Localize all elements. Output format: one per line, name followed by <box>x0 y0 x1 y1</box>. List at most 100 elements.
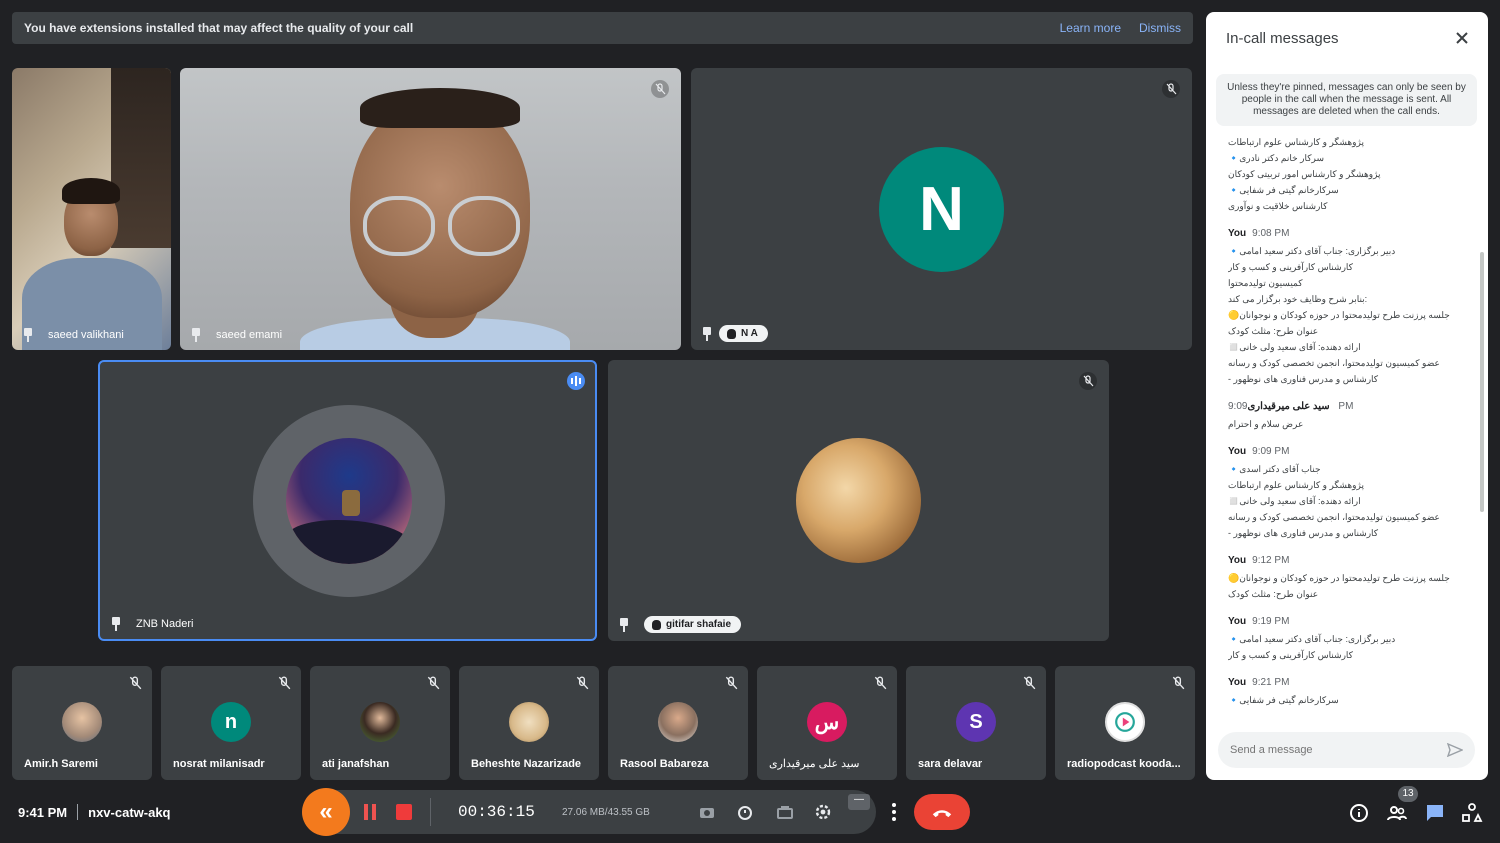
participant-name: ZNB Naderi <box>110 617 193 631</box>
participant-tile-small[interactable]: Amir.h Saremi <box>12 666 152 780</box>
message-group: سید علی میرقیداری9:09 PM عرض سلام و احترا… <box>1228 401 1468 432</box>
message-time: 9:08 PM <box>1252 228 1290 239</box>
message-text: جناب آقای دکتر اسدی🔹 <box>1228 464 1321 474</box>
message-time: 9:09 PM <box>1252 446 1290 457</box>
muted-mic-icon <box>575 676 589 690</box>
message-text: پژوهشگر و کارشناس علوم ارتباطات <box>1228 480 1364 490</box>
pause-icon[interactable] <box>364 804 378 820</box>
people-count-badge: 13 <box>1398 786 1418 802</box>
message-time: 9:21 PM <box>1252 677 1290 688</box>
pin-icon[interactable] <box>110 617 122 631</box>
message-sender: You <box>1228 446 1247 457</box>
divider <box>77 804 79 820</box>
avatar <box>1105 702 1145 742</box>
camera-icon[interactable] <box>698 803 716 821</box>
leave-call-button[interactable] <box>914 794 970 830</box>
participant-tile-small[interactable]: Rasool Babareza <box>608 666 748 780</box>
muted-mic-icon <box>1171 676 1185 690</box>
message-composer <box>1218 732 1475 768</box>
message-sender: You <box>1228 616 1247 627</box>
pin-icon[interactable] <box>22 328 34 342</box>
message-text: عنوان طرح: مثلث کودک <box>1228 326 1319 336</box>
avatar: س <box>807 702 847 742</box>
message-group: You 9:19 PM دبیر برگزاری: جناب آقای دکتر س… <box>1228 616 1468 663</box>
message-group: You 9:08 PM دبیر برگزاری: جناب آقای دکتر س… <box>1228 228 1468 387</box>
close-icon[interactable] <box>1454 30 1470 46</box>
avatar <box>796 438 921 563</box>
scrollbar[interactable] <box>1480 252 1484 512</box>
participant-tile-znb-naderi[interactable]: ZNB Naderi <box>98 360 597 641</box>
avatar <box>509 702 549 742</box>
avatar: N <box>879 147 1004 272</box>
people-icon[interactable] <box>1386 802 1408 824</box>
rewind-icon[interactable]: « <box>302 788 350 836</box>
send-icon[interactable] <box>1447 743 1463 757</box>
muted-mic-icon <box>873 676 887 690</box>
participant-tile-small[interactable]: س سید علی میرقیداری <box>757 666 897 780</box>
message-text: کارشناس کارآفرینی و کسب و کار <box>1228 650 1353 660</box>
message-text: دبیر برگزاری: جناب آقای دکتر سعید امامی🔹 <box>1228 246 1396 256</box>
avatar: S <box>956 702 996 742</box>
activities-icon[interactable] <box>1461 802 1483 824</box>
message-text: سرکار خانم دکتر نادری🔹 <box>1228 153 1325 163</box>
message-text: عنوان طرح: مثلث کودک <box>1228 589 1319 599</box>
message-text: عضو کمیسیون تولیدمحتوا، انجمن تخصصی کودک… <box>1228 512 1440 522</box>
divider <box>430 798 431 826</box>
message-group: You 9:09 PM جناب آقای دکتر اسدی🔹 پژوهشگر و … <box>1228 446 1468 541</box>
participant-tile-gitifar-shafaie[interactable]: gitifar shafaie <box>608 360 1109 641</box>
avatar <box>286 438 412 564</box>
timer-icon[interactable] <box>736 803 754 821</box>
participant-tile-small[interactable]: Beheshte Nazarizade <box>459 666 599 780</box>
send-message-input[interactable] <box>1230 744 1447 756</box>
extensions-banner: You have extensions installed that may a… <box>12 12 1193 44</box>
message-header: You 9:09 PM <box>1228 446 1468 457</box>
message-text: سرکارخانم گیتی فر شفایی🔹 <box>1228 695 1339 705</box>
message-group: You 9:21 PM سرکارخانم گیتی فر شفایی🔹 <box>1228 677 1468 708</box>
message-text: کارشناس کارآفرینی و کسب و کار <box>1228 262 1353 272</box>
learn-more-link[interactable]: Learn more <box>1060 21 1121 35</box>
message-text: دبیر برگزاری: جناب آقای دکتر سعید امامی🔹 <box>1228 634 1396 644</box>
in-call-messages-panel: In-call messages Unless they're pinned, … <box>1206 12 1488 780</box>
pin-icon[interactable] <box>190 328 202 342</box>
message-text: جلسه پرزنت طرح تولیدمحتوا در حوزه کودکان… <box>1228 573 1450 583</box>
message-header: You 9:08 PM <box>1228 228 1468 239</box>
participant-tile-small[interactable]: n nosrat milanisadr <box>161 666 301 780</box>
stop-icon[interactable] <box>396 804 412 820</box>
participant-name: saeed emami <box>190 328 282 342</box>
message-text: کمیسیون تولیدمحتوا <box>1228 278 1303 288</box>
message-text: کارشناس و مدرس فناوری های نوظهور - <box>1228 528 1379 538</box>
settings-icon[interactable] <box>814 803 832 821</box>
muted-mic-icon <box>277 676 291 690</box>
banner-text: You have extensions installed that may a… <box>24 21 414 35</box>
participant-tile-saeed-emami[interactable]: saeed emami <box>180 68 681 350</box>
participant-tile-small[interactable]: ati janafshan <box>310 666 450 780</box>
minimize-button[interactable]: — <box>848 794 870 810</box>
chat-icon[interactable] <box>1424 802 1446 824</box>
message-text: سرکارخانم گیتی فر شفایی🔹 <box>1228 185 1339 195</box>
pin-icon[interactable] <box>701 326 713 341</box>
toolbox-icon[interactable] <box>776 803 794 821</box>
more-options-button[interactable] <box>880 796 908 828</box>
avatar: n <box>211 702 251 742</box>
muted-mic-icon <box>426 676 440 690</box>
message-header: You 9:21 PM <box>1228 677 1468 688</box>
message-sender: You <box>1228 555 1247 566</box>
participant-tile-small[interactable]: radiopodcast kooda... <box>1055 666 1195 780</box>
muted-mic-icon <box>1022 676 1036 690</box>
participant-tile-na[interactable]: N N A <box>691 68 1192 350</box>
message-text: کارشناس خلاقیت و نوآوری <box>1228 201 1328 211</box>
dismiss-button[interactable]: Dismiss <box>1139 21 1181 35</box>
clock-time: 9:41 PM <box>18 804 68 820</box>
info-icon[interactable] <box>1348 802 1370 824</box>
podcast-logo-icon <box>1115 712 1135 732</box>
participant-name: saeed valikhani <box>22 328 124 342</box>
pin-icon[interactable] <box>618 617 630 632</box>
message-group: پژوهشگر و کارشناس علوم ارتباطات سرکار خان… <box>1228 134 1468 214</box>
message-header: You 9:19 PM <box>1228 616 1468 627</box>
avatar <box>658 702 698 742</box>
avatar <box>360 702 400 742</box>
panel-title: In-call messages <box>1226 30 1339 47</box>
participant-tile-saeed-valikhani[interactable]: saeed valikhani <box>12 68 171 350</box>
participant-tile-small[interactable]: S sara delavar <box>906 666 1046 780</box>
message-list[interactable]: پژوهشگر و کارشناس علوم ارتباطات سرکار خان… <box>1228 134 1468 726</box>
